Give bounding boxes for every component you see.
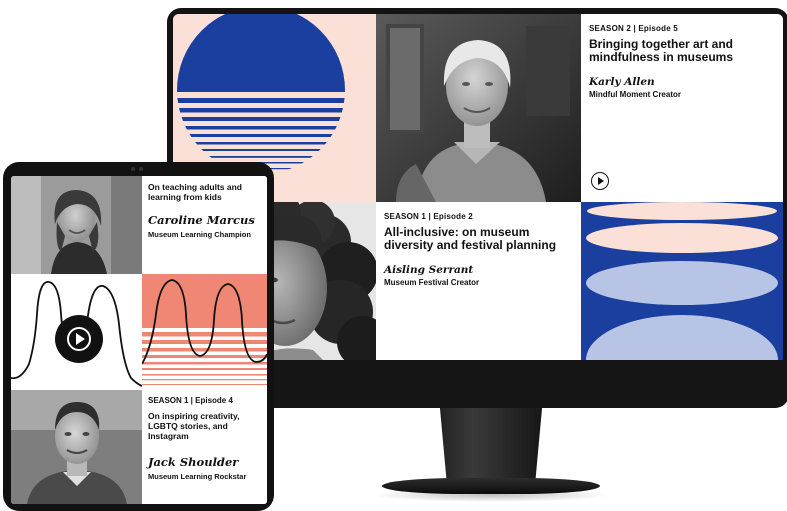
host-role: Mindful Moment Creator xyxy=(589,90,681,99)
episode-card[interactable]: On teaching adults and learning from kid… xyxy=(142,176,267,274)
host-role: Museum Learning Champion xyxy=(148,230,251,239)
monitor-stand-neck xyxy=(439,406,543,486)
host-name: Jack Shoulder xyxy=(148,455,239,469)
play-triangle xyxy=(76,333,85,345)
host-role: Museum Learning Rockstar xyxy=(148,472,247,481)
host-photo-jack-shoulder xyxy=(11,390,142,504)
play-circle-icon[interactable] xyxy=(591,172,609,190)
host-name: Caroline Marcus xyxy=(148,213,255,227)
episode-card[interactable]: SEASON 1 | Episode 2 All-inclusive: on m… xyxy=(376,202,581,360)
play-button-icon[interactable] xyxy=(55,315,103,363)
host-photo-karly-allen xyxy=(376,14,581,202)
episode-title: Bringing together art and mindfulness in… xyxy=(589,37,734,64)
episode-title: On teaching adults and learning from kid… xyxy=(148,182,242,202)
episode-label: SEASON 2 | Episode 5 xyxy=(589,24,678,33)
monitor-stand-base xyxy=(382,478,600,494)
tablet-camera xyxy=(131,167,135,171)
tablet-device: On teaching adults and learning from kid… xyxy=(3,162,274,511)
episode-title: On inspiring creativity, LGBTQ stories, … xyxy=(148,411,240,441)
episode-card[interactable]: SEASON 1 | Episode 4 On inspiring creati… xyxy=(142,390,267,504)
host-photo-caroline-marcus xyxy=(11,176,142,274)
tablet-camera xyxy=(139,167,143,171)
coral-wave-artwork xyxy=(142,274,267,390)
episode-label: SEASON 1 | Episode 2 xyxy=(384,212,473,221)
ellipses-artwork xyxy=(581,202,783,360)
tablet-screen: On teaching adults and learning from kid… xyxy=(11,176,267,504)
host-name: Aisling Serrant xyxy=(384,264,474,276)
episode-card[interactable]: SEASON 2 | Episode 5 Bringing together a… xyxy=(581,14,783,202)
host-role: Museum Festival Creator xyxy=(384,278,480,287)
host-name: Karly Allen xyxy=(589,76,655,88)
episode-title: All-inclusive: on museum diversity and f… xyxy=(384,225,557,252)
episode-label: SEASON 1 | Episode 4 xyxy=(148,396,233,405)
